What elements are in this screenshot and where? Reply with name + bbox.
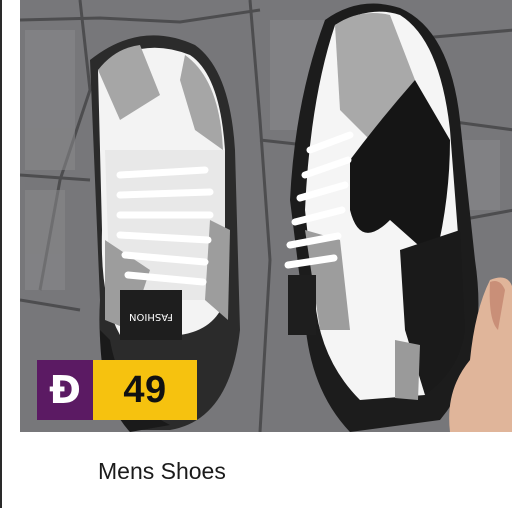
product-title[interactable]: Mens Shoes	[98, 458, 226, 485]
dirham-icon: Đ	[49, 368, 81, 412]
price-amount: 49	[123, 368, 167, 411]
price-badge: Đ 49	[37, 360, 197, 420]
currency-box: Đ	[37, 360, 93, 420]
shoe-label: FASHION	[129, 311, 173, 322]
product-card[interactable]: FASHION Đ 49 Mens Shoes	[0, 0, 512, 508]
price-amount-box: 49	[93, 360, 197, 420]
